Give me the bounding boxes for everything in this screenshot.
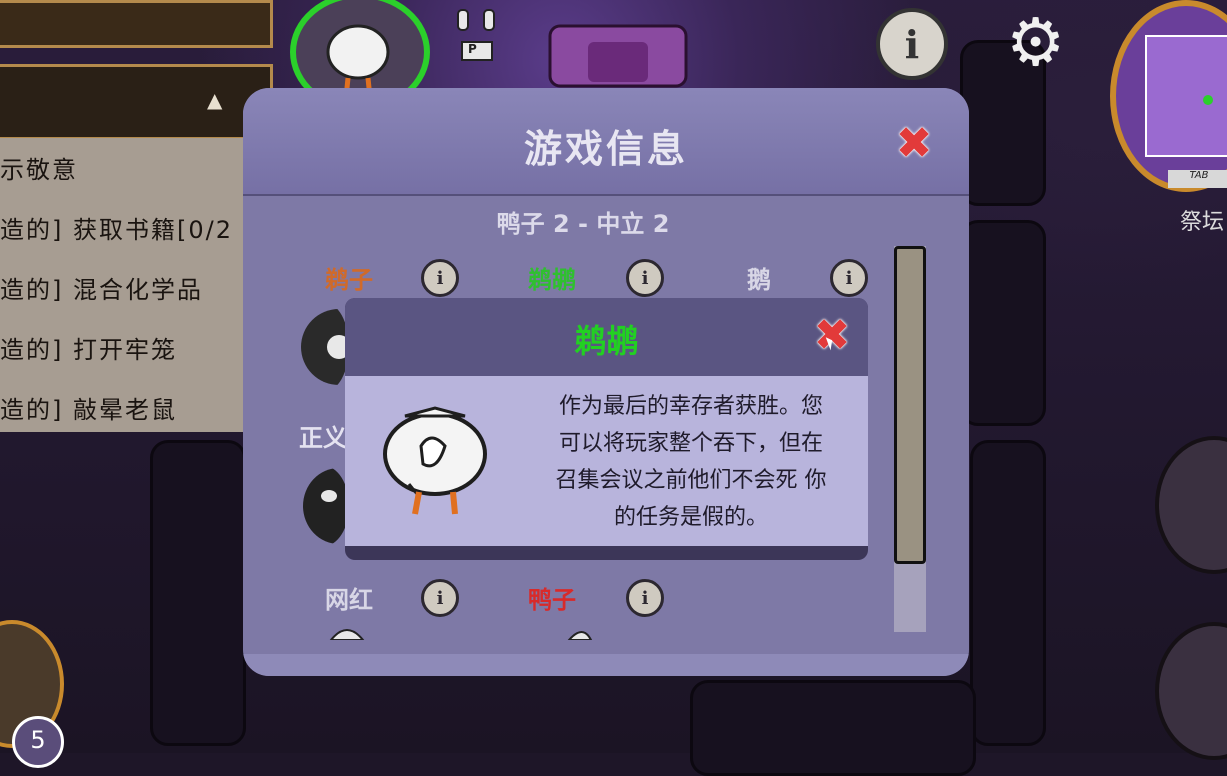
minimap-room-icon — [1145, 35, 1227, 157]
biohazard-icon — [301, 309, 349, 385]
player-count-badge: 5 — [12, 716, 64, 768]
task-panel-header[interactable] — [0, 64, 273, 140]
role-info-button[interactable]: i — [421, 579, 459, 617]
description-line: 作为最后的幸存者获胜。您 — [558, 394, 823, 419]
team-summary: 鸭子 2 - 中立 2 — [496, 210, 670, 238]
wall-block — [690, 680, 976, 776]
task-list: 示敬意 造的] 获取书籍[0/2 造的] 混合化学品 造的] 打开牢笼 造的] … — [0, 138, 245, 432]
close-icon[interactable]: ✖ — [893, 118, 935, 169]
scrollbar-thumb[interactable] — [894, 246, 926, 564]
role-info-button[interactable]: i — [830, 259, 868, 297]
settings-gear-icon[interactable]: ⚙ — [1006, 10, 1065, 76]
role-label: 网红 — [325, 586, 373, 614]
influencer-icon — [329, 629, 365, 640]
role-info-button[interactable]: i — [626, 259, 664, 297]
task-item: 造的] 打开牢笼 — [0, 336, 177, 364]
panel-footer — [243, 654, 969, 676]
description-line: 可以将玩家整个吞下，但在 — [558, 431, 823, 456]
role-info-button[interactable]: i — [421, 259, 459, 297]
task-item: 造的] 敲晕老鼠 — [0, 396, 177, 424]
collapse-arrow-icon[interactable]: ▲ — [207, 88, 222, 112]
role-description: 作为最后的幸存者获胜。您 可以将玩家整个吞下，但在 召集会议之前他们不会死 你 … — [531, 388, 851, 536]
bathroom-sign: P — [468, 42, 477, 56]
map-tab-key: TAB — [1168, 170, 1227, 188]
role-label: 鹈鹕 — [528, 266, 576, 294]
pelican-icon — [383, 406, 487, 515]
info-button[interactable]: i — [876, 8, 948, 80]
role-label: 鸭子 — [528, 586, 576, 614]
role-label: 鹅 — [747, 266, 771, 294]
task-item: 造的] 混合化学品 — [0, 276, 203, 304]
duck-icon — [567, 631, 593, 640]
role-label: 正义 — [299, 424, 347, 452]
task-item: 示敬意 — [0, 156, 78, 184]
wall-block — [150, 440, 246, 746]
description-line: 召集会议之前他们不会死 你 — [555, 468, 827, 493]
altar-machine-icon — [548, 24, 688, 88]
task-panel-top — [0, 0, 273, 48]
wall-block — [960, 220, 1046, 426]
description-line: 的任务是假的。 — [613, 505, 768, 530]
task-item: 造的] 获取书籍[0/2 — [0, 216, 233, 244]
map-location-label: 祭坛 — [1180, 210, 1225, 235]
justice-mask-icon — [303, 468, 349, 544]
popup-title: 鹈鹕 — [574, 322, 639, 360]
role-label: 鹈子 — [325, 266, 373, 294]
panel-title: 游戏信息 — [523, 127, 688, 171]
lab-equipment-icon — [457, 9, 495, 61]
role-info-button[interactable]: i — [626, 579, 664, 617]
wall-block — [970, 440, 1046, 746]
